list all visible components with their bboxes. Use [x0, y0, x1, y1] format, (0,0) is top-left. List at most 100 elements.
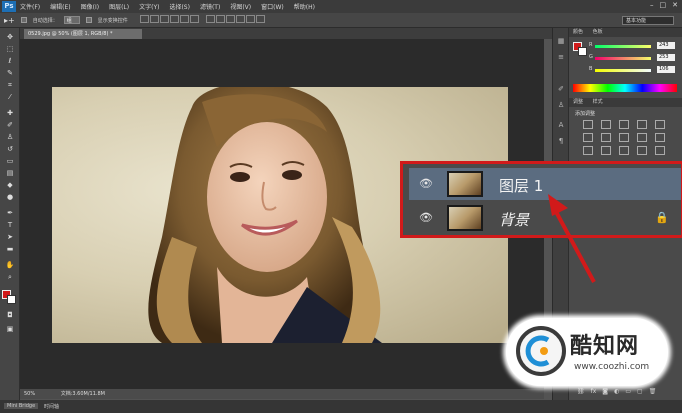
tab-swatches[interactable]: 色板	[593, 29, 603, 35]
g-value-input[interactable]: 253	[657, 54, 675, 61]
align-left-icon[interactable]	[169, 15, 179, 23]
adjust-layer-icon[interactable]: ◐	[614, 388, 619, 396]
history-panel-icon[interactable]: ▦	[556, 36, 566, 46]
quick-mask-icon[interactable]: ◘	[4, 310, 16, 320]
brush-icon[interactable]: ✐	[4, 120, 16, 130]
mask-icon[interactable]: ◙	[602, 388, 608, 396]
minimize-icon[interactable]: –	[650, 1, 654, 9]
menu-type[interactable]: 文字(Y)	[139, 2, 159, 11]
move-tool-icon[interactable]: ✥	[4, 32, 16, 42]
zoom-level[interactable]: 50%	[20, 391, 35, 397]
hue-icon[interactable]	[583, 133, 593, 142]
clone-panel-icon[interactable]: ♙	[556, 100, 566, 110]
eyedropper-icon[interactable]: ⁄	[4, 92, 16, 102]
distribute-right-icon[interactable]	[255, 15, 265, 23]
align-bottom-icon[interactable]	[159, 15, 169, 23]
brightness-icon[interactable]	[583, 120, 593, 129]
bw-icon[interactable]	[619, 133, 629, 142]
folder-icon[interactable]: ▭	[625, 388, 631, 396]
gradient-icon[interactable]: ▤	[4, 168, 16, 178]
brush-panel-icon[interactable]: ✐	[556, 84, 566, 94]
marquee-tool-icon[interactable]: ⬚	[4, 44, 16, 54]
r-value-input[interactable]: 243	[657, 42, 675, 49]
properties-panel-icon[interactable]: ≡	[556, 52, 566, 62]
g-slider[interactable]	[595, 57, 651, 60]
background-color-swatch[interactable]	[7, 295, 16, 304]
tab-adjust[interactable]: 调整	[573, 99, 583, 105]
menu-help[interactable]: 帮助(H)	[294, 2, 315, 11]
fx-icon[interactable]: fx	[591, 388, 597, 396]
document-tab[interactable]: 0529.jpg @ 50% (图层 1, RGB/8) *	[24, 29, 142, 39]
shape-tool-icon[interactable]: ▬	[4, 244, 16, 254]
b-value-input[interactable]: 106	[657, 66, 675, 73]
menu-window[interactable]: 窗口(W)	[261, 2, 284, 11]
distribute-vcenter-icon[interactable]	[215, 15, 225, 23]
photo-filter-icon[interactable]	[637, 133, 647, 142]
close-icon[interactable]: ✕	[672, 1, 678, 9]
tab-color[interactable]: 颜色	[573, 29, 583, 35]
tab-mini-bridge[interactable]: Mini Bridge	[4, 403, 39, 409]
invert-icon[interactable]	[583, 146, 593, 155]
new-layer-icon[interactable]: ▢	[637, 388, 643, 396]
tab-timeline[interactable]: 时间轴	[44, 403, 59, 410]
hand-tool-icon[interactable]: ✋	[4, 260, 16, 270]
menu-select[interactable]: 选择(S)	[169, 2, 190, 11]
history-brush-icon[interactable]: ↺	[4, 144, 16, 154]
menu-edit[interactable]: 编辑(E)	[50, 2, 70, 11]
auto-select-dropdown[interactable]: 组	[63, 16, 80, 24]
distribute-top-icon[interactable]	[205, 15, 215, 23]
stamp-icon[interactable]: ♙	[4, 132, 16, 142]
show-transform-checkbox[interactable]	[85, 17, 92, 23]
menu-view[interactable]: 视图(V)	[230, 2, 251, 11]
menu-file[interactable]: 文件(F)	[20, 2, 40, 11]
zoom-tool-icon[interactable]: ⌕	[4, 272, 16, 282]
levels-icon[interactable]	[601, 120, 611, 129]
eye-icon[interactable]: 👁	[419, 212, 437, 223]
panel-background-swatch[interactable]	[578, 47, 587, 56]
distribute-bottom-icon[interactable]	[225, 15, 235, 23]
paragraph-panel-icon[interactable]: ¶	[556, 136, 566, 146]
workspace-dropdown[interactable]: 基本功能	[622, 16, 674, 25]
vibrance-icon[interactable]	[655, 120, 665, 129]
menu-layer[interactable]: 图层(L)	[109, 2, 129, 11]
crop-tool-icon[interactable]: ⌗	[4, 80, 16, 90]
gradient-map-icon[interactable]	[637, 146, 647, 155]
align-top-icon[interactable]	[139, 15, 149, 23]
tab-styles[interactable]: 样式	[593, 99, 603, 105]
pen-icon[interactable]: ✒	[4, 208, 16, 218]
maximize-icon[interactable]: □	[660, 1, 667, 9]
link-icon[interactable]: ⛓	[577, 388, 585, 396]
auto-select-checkbox[interactable]	[20, 17, 27, 23]
character-panel-icon[interactable]: A	[556, 120, 566, 130]
layer-name[interactable]: 背景	[499, 209, 529, 230]
trash-icon[interactable]: 🗑	[649, 388, 657, 396]
exposure-icon[interactable]	[637, 120, 647, 129]
threshold-icon[interactable]	[619, 146, 629, 155]
align-hcenter-icon[interactable]	[179, 15, 189, 23]
color-balance-icon[interactable]	[601, 133, 611, 142]
distribute-left-icon[interactable]	[235, 15, 245, 23]
eye-icon[interactable]: 👁	[419, 178, 437, 189]
curves-icon[interactable]	[619, 120, 629, 129]
type-tool-icon[interactable]: T	[4, 220, 16, 230]
align-vcenter-icon[interactable]	[149, 15, 159, 23]
posterize-icon[interactable]	[601, 146, 611, 155]
layer-name[interactable]: 图层 1	[499, 175, 543, 196]
distribute-hcenter-icon[interactable]	[245, 15, 255, 23]
healing-icon[interactable]: ✚	[4, 108, 16, 118]
menu-filter[interactable]: 滤镜(T)	[200, 2, 220, 11]
color-ramp[interactable]	[573, 84, 677, 92]
channel-mixer-icon[interactable]	[655, 133, 665, 142]
move-tool-preset-icon[interactable]: ▸+	[4, 16, 15, 25]
selective-color-icon[interactable]	[655, 146, 665, 155]
dodge-icon[interactable]: ●	[4, 192, 16, 202]
menu-image[interactable]: 图像(I)	[81, 2, 99, 11]
screen-mode-icon[interactable]: ▣	[4, 324, 16, 334]
blur-icon[interactable]: ◆	[4, 180, 16, 190]
path-select-icon[interactable]: ➤	[4, 232, 16, 242]
align-right-icon[interactable]	[189, 15, 199, 23]
quick-select-icon[interactable]: ✎	[4, 68, 16, 78]
b-slider[interactable]	[595, 69, 651, 72]
lasso-tool-icon[interactable]: ℓ	[4, 56, 16, 66]
eraser-icon[interactable]: ▭	[4, 156, 16, 166]
